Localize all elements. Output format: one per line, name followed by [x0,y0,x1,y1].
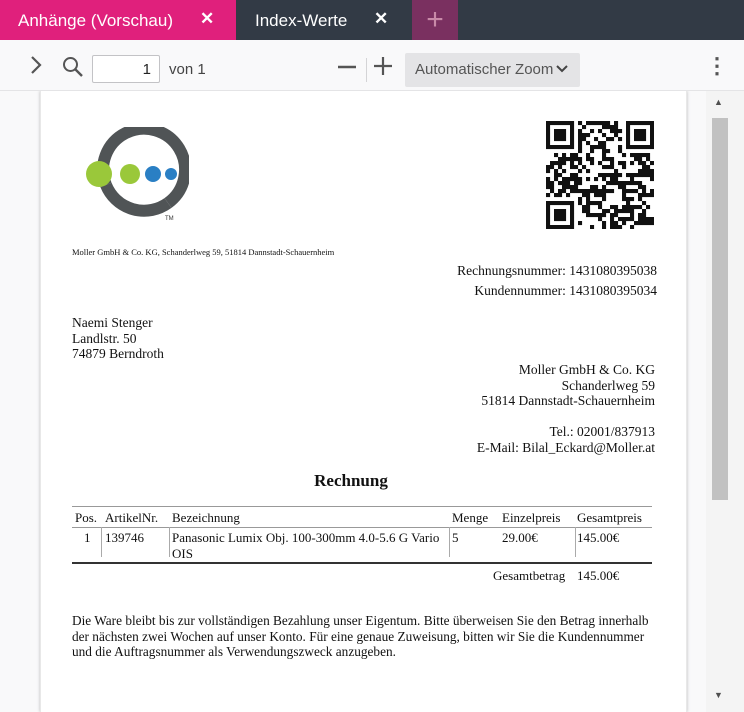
table-header-rule [72,527,652,528]
company-phone: Tel.: 02001/837913 [549,424,655,439]
tab-attachments-preview[interactable]: Anhänge (Vorschau) ✕ [0,0,236,40]
chevron-down-icon [556,53,568,87]
column-header: Gesamtpreis [577,510,642,525]
payment-note: Die Ware bleibt bis zur vollständigen Be… [72,613,649,659]
document-viewer[interactable]: TM Moller GmbH & Co. KG, Schanderlweg 59… [0,91,744,712]
zoom-select[interactable]: Automatischer Zoom [405,53,580,87]
zoom-select-label: Automatischer Zoom [415,61,554,78]
column-header: Pos. [75,510,98,525]
page-count: von 1 [169,61,206,78]
company-logo: TM [86,127,189,222]
sidebar-toggle-icon[interactable] [28,54,44,81]
pdf-page: TM Moller GmbH & Co. KG, Schanderlweg 59… [40,91,687,712]
recipient-street: Landlstr. 50 [72,330,137,346]
tab-bar: Anhänge (Vorschau) ✕ Index-Werte ✕ + [0,0,744,40]
customer-number: Kundennummer: 1431080395034 [474,283,657,298]
column-divider [449,527,450,557]
recipient-city: 74879 Berndroth [72,346,164,361]
pdf-toolbar: von 1 Automatischer Zoom ⋮ [0,40,744,91]
tab-label: Anhänge (Vorschau) [18,11,173,30]
table-cell: 139746 [105,530,144,545]
company-name: Moller GmbH & Co. KG [518,362,655,377]
column-header: Menge [452,510,489,525]
sender-address-line: Moller GmbH & Co. KG, Schanderlweg 59, 5… [72,247,335,257]
tab-index-values[interactable]: Index-Werte ✕ [236,0,412,40]
recipient-name: Naemi Stenger [72,315,153,330]
company-city: 51814 Dannstadt-Schauernheim [481,393,655,408]
column-header: ArtikelNr. [105,510,159,525]
zoom-out-button[interactable] [337,52,357,85]
scroll-up-arrow-icon[interactable]: ▲ [714,97,723,107]
column-divider [101,527,102,557]
qr-code [546,121,654,229]
scroll-thumb[interactable] [712,118,728,500]
page-number-input[interactable] [92,55,160,83]
invoice-numbers: Rechnungsnummer: 1431080395038 Kundennum… [441,261,657,301]
search-icon[interactable] [62,56,84,83]
tab-label: Index-Werte [255,11,348,30]
column-divider [575,527,576,557]
table-cell: Panasonic Lumix Obj. 100-300mm 4.0-5.6 G… [172,530,440,561]
total-value: 145.00€ [577,568,620,583]
company-email: E-Mail: Bilal_Eckard@Moller.at [476,439,655,455]
recipient-address: Naemi Stenger Landlstr. 50 74879 Berndro… [72,315,164,362]
table-cell: 1 [84,530,91,545]
column-header: Einzelpreis [502,510,561,525]
add-tab-button[interactable]: + [412,0,458,40]
invoice-number: Rechnungsnummer: 1431080395038 [457,263,657,278]
table-cell: 145.00€ [577,530,620,545]
column-header: Bezeichnung [172,510,240,525]
document-title: Rechnung [314,471,388,490]
table-total-rule [72,562,652,564]
close-icon[interactable]: ✕ [374,9,388,29]
total-label: Gesamtbetrag [493,568,566,583]
more-menu-icon[interactable]: ⋮ [706,53,728,79]
toolbar-separator [366,58,367,82]
zoom-in-button[interactable] [373,56,393,81]
svg-text:TM: TM [165,216,174,222]
vertical-scrollbar[interactable]: ▲ ▼ [706,91,744,712]
company-address: Moller GmbH & Co. KG Schanderlweg 59 518… [421,362,655,455]
table-top-rule [72,506,652,507]
close-icon[interactable]: ✕ [200,9,214,29]
table-cell: 5 [452,530,459,545]
column-divider [169,527,170,557]
scroll-down-arrow-icon[interactable]: ▼ [714,690,723,700]
table-cell: 29.00€ [502,530,538,545]
company-street: Schanderlweg 59 [561,377,655,393]
